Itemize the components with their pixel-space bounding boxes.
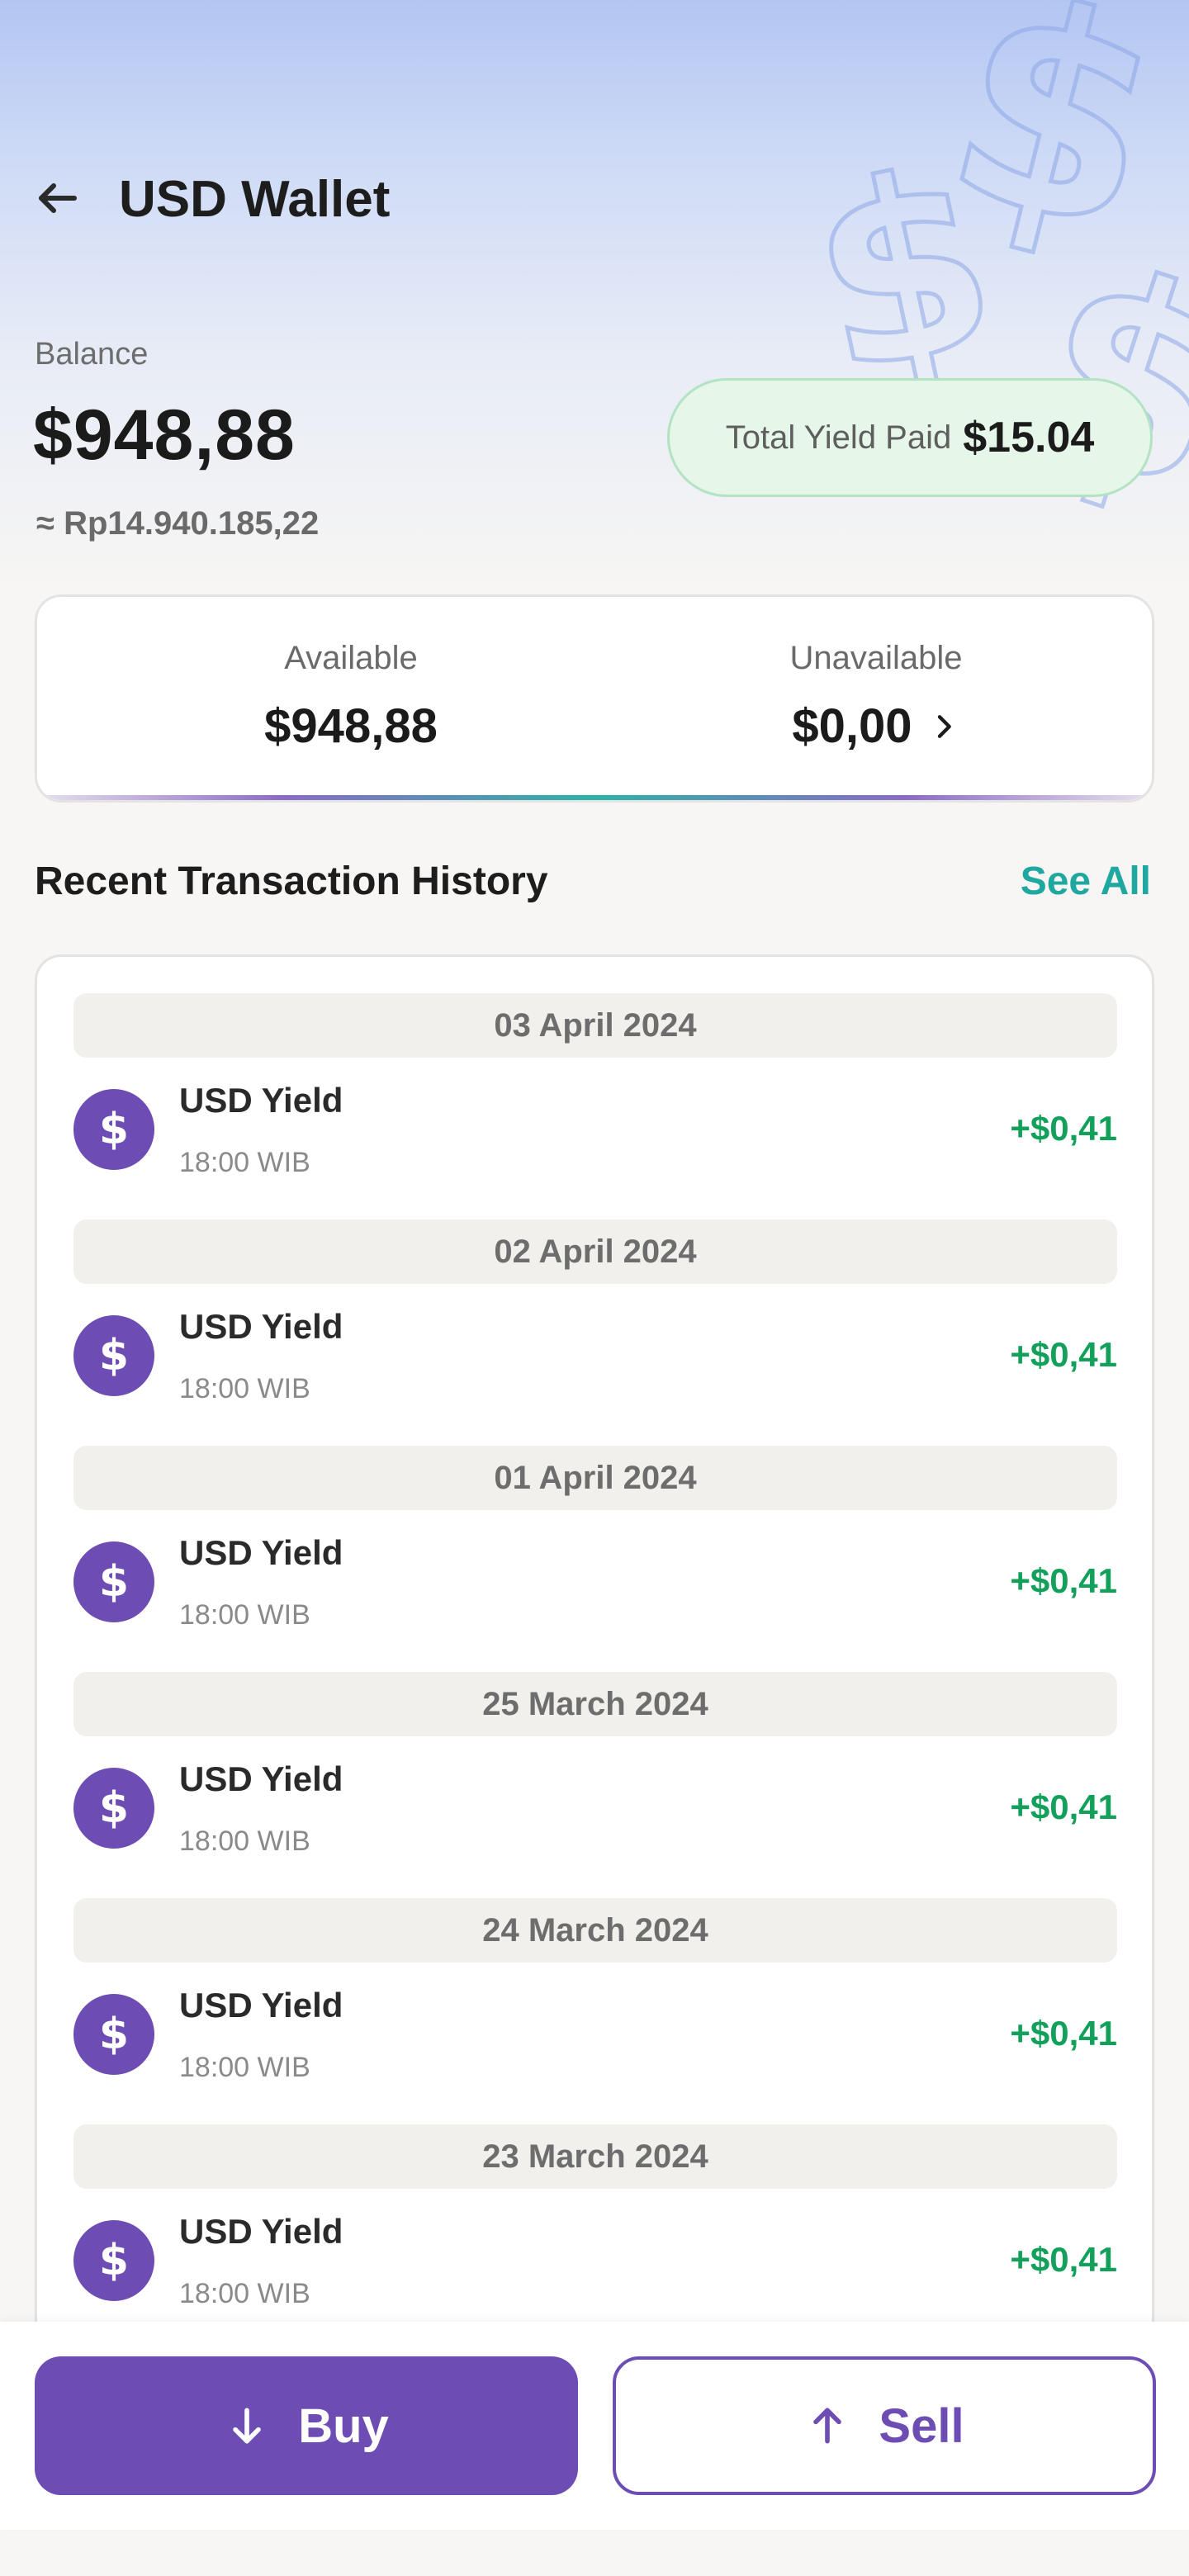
sell-label: Sell <box>879 2398 964 2453</box>
dollar-icon: $ <box>73 1089 154 1170</box>
transaction-row[interactable]: $ USD Yield 18:00 WIB +$0,41 <box>73 1746 1117 1870</box>
transaction-amount: +$0,41 <box>1010 1788 1117 1826</box>
buy-label: Buy <box>298 2398 389 2453</box>
transaction-name: USD Yield <box>179 1533 343 1572</box>
date-header: 01 April 2024 <box>73 1446 1117 1510</box>
transaction-amount: +$0,41 <box>1010 1561 1117 1600</box>
date-header: 02 April 2024 <box>73 1219 1117 1284</box>
arrow-down-icon <box>233 2408 262 2444</box>
date-header: 25 March 2024 <box>73 1672 1117 1736</box>
unavailable-label: Unavailable <box>789 640 963 676</box>
transaction-row[interactable]: $ USD Yield 18:00 WIB +$0,41 <box>73 1520 1117 1644</box>
transaction-name: USD Yield <box>179 1986 343 2024</box>
available-section: Available $948,88 <box>103 640 599 754</box>
section-title: Recent Transaction History <box>35 859 548 903</box>
available-value: $948,88 <box>264 699 438 753</box>
dollar-icon: $ <box>73 2220 154 2301</box>
transaction-name: USD Yield <box>179 1759 343 1798</box>
total-yield-badge: Total Yield Paid $15.04 <box>667 378 1153 497</box>
balance-value: $948,88 <box>33 395 296 475</box>
date-header: 24 March 2024 <box>73 1898 1117 1963</box>
transaction-time: 18:00 WIB <box>179 2278 310 2309</box>
available-label: Available <box>284 640 418 676</box>
transaction-row[interactable]: $ USD Yield 18:00 WIB +$0,41 <box>73 2199 1117 2323</box>
transaction-row[interactable]: $ USD Yield 18:00 WIB +$0,41 <box>73 1972 1117 2096</box>
transaction-amount: +$0,41 <box>1010 1335 1117 1374</box>
transaction-time: 18:00 WIB <box>179 2052 310 2083</box>
date-header: 03 April 2024 <box>73 993 1117 1058</box>
dollar-icon: $ <box>73 1768 154 1849</box>
total-yield-value: $15.04 <box>963 414 1095 462</box>
unavailable-value: $0,00 <box>792 699 912 753</box>
chevron-right-icon[interactable] <box>927 710 960 743</box>
dollar-icon: $ <box>73 1994 154 2075</box>
buy-button[interactable]: Buy <box>35 2356 578 2495</box>
page-title: USD Wallet <box>119 171 391 228</box>
transaction-time: 18:00 WIB <box>179 1147 310 1178</box>
date-header: 23 March 2024 <box>73 2124 1117 2189</box>
transaction-name: USD Yield <box>179 1081 343 1120</box>
transaction-row[interactable]: $ USD Yield 18:00 WIB +$0,41 <box>73 1294 1117 1418</box>
sell-button[interactable]: Sell <box>613 2356 1156 2495</box>
bottom-action-bar: Buy Sell <box>0 2322 1189 2530</box>
arrow-left-icon <box>39 183 77 213</box>
transaction-time: 18:00 WIB <box>179 1373 310 1404</box>
transaction-time: 18:00 WIB <box>179 1825 310 1857</box>
transaction-amount: +$0,41 <box>1010 1109 1117 1148</box>
transaction-name: USD Yield <box>179 1307 343 1346</box>
unavailable-section[interactable]: Unavailable $0,00 <box>628 640 1124 754</box>
see-all-link[interactable]: See All <box>1021 859 1151 904</box>
availability-card: Available $948,88 Unavailable $0,00 <box>35 594 1154 803</box>
card-gradient-divider <box>37 795 1152 800</box>
back-button[interactable] <box>31 172 84 225</box>
total-yield-label: Total Yield Paid <box>725 419 952 456</box>
dollar-icon: $ <box>73 1315 154 1396</box>
transaction-amount: +$0,41 <box>1010 2240 1117 2279</box>
transaction-amount: +$0,41 <box>1010 2014 1117 2053</box>
transaction-list: 03 April 2024 $ USD Yield 18:00 WIB +$0,… <box>35 954 1154 2358</box>
balance-idr-equivalent: ≈ Rp14.940.185,22 <box>36 505 320 542</box>
balance-label: Balance <box>35 337 149 372</box>
transaction-row[interactable]: $ USD Yield 18:00 WIB +$0,41 <box>73 1068 1117 1191</box>
arrow-up-icon <box>813 2408 842 2444</box>
transaction-time: 18:00 WIB <box>179 1599 310 1631</box>
dollar-icon: $ <box>73 1541 154 1622</box>
transaction-name: USD Yield <box>179 2212 343 2251</box>
